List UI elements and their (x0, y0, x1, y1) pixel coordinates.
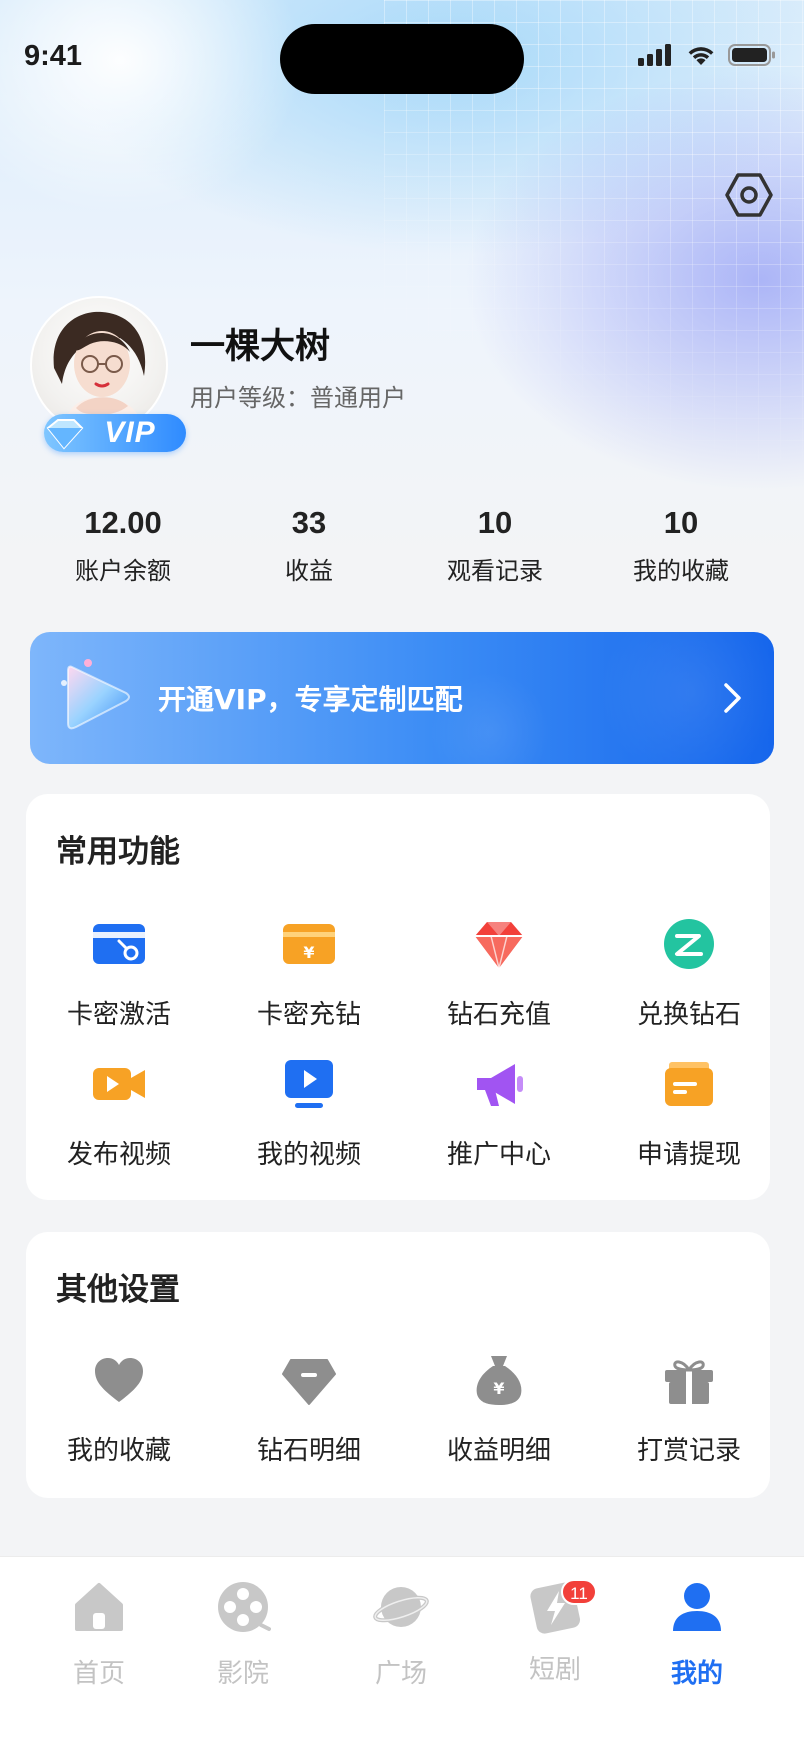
stat-value: 10 (663, 505, 699, 540)
planet-icon (373, 1587, 429, 1627)
stat-value: 10 (477, 505, 513, 540)
settings-button[interactable] (724, 170, 774, 220)
notification-badge: 11 (561, 1579, 597, 1605)
film-reel-icon (218, 1582, 271, 1632)
tab-square[interactable]: 广场 (336, 1579, 466, 1690)
username: 一棵大树 (190, 327, 331, 367)
short-drama-icon-wrap: 11 (527, 1579, 597, 1635)
wallet-icon (665, 1062, 713, 1106)
stat-label: 收益 (285, 557, 333, 585)
money-bag-icon: ¥ (476, 1356, 522, 1405)
dynamic-island (280, 24, 524, 94)
settings-hexagon-icon (725, 173, 773, 217)
diamond-detail-item[interactable]: 钻石明细 (216, 1352, 402, 1467)
diamond-recharge-item[interactable]: 钻石充值 (406, 916, 592, 1031)
tab-label: 广场 (374, 1659, 427, 1689)
reward-records-item[interactable]: 打赏记录 (596, 1352, 782, 1467)
tab-label: 短剧 (528, 1655, 581, 1685)
earnings-detail-item[interactable]: ¥ 收益明细 (406, 1352, 592, 1467)
megaphone-icon (477, 1064, 523, 1106)
gift-icon (665, 1360, 713, 1404)
tab-cinema[interactable]: 影院 (178, 1579, 308, 1690)
stat-label: 账户余额 (75, 557, 171, 585)
vip-banner[interactable]: 开通VIP，专享定制匹配 (30, 632, 774, 764)
heart-icon (95, 1358, 143, 1402)
stat-label: 观看记录 (447, 557, 543, 585)
item-label: 钻石明细 (256, 1436, 361, 1466)
signal-icon (638, 44, 671, 66)
common-functions-card: 常用功能 卡密激活 ¥ 卡密充钻 钻石充值 兑换钻石 发布视频 我的视频 推广中… (26, 794, 770, 1200)
stat-value: 33 (291, 505, 327, 540)
stat-label: 我的收藏 (633, 557, 729, 585)
apply-withdraw-item[interactable]: 申请提现 (596, 1056, 782, 1171)
bottom-tab-bar: 首页 影院 广场 11 短剧 我的 (0, 1556, 804, 1743)
card-key-recharge-item[interactable]: ¥ 卡密充钻 (216, 916, 402, 1031)
card-key-activate-item[interactable]: 卡密激活 (26, 916, 212, 1031)
exchange-icon (664, 919, 714, 969)
vip-badge: VIP (44, 414, 186, 452)
promotion-center-item[interactable]: 推广中心 (406, 1056, 592, 1171)
chevron-right-icon (724, 683, 741, 713)
my-videos-item[interactable]: 我的视频 (216, 1056, 402, 1171)
tab-home[interactable]: 首页 (34, 1579, 164, 1690)
exchange-diamond-item[interactable]: 兑换钻石 (596, 916, 782, 1031)
item-label: 我的收藏 (66, 1436, 171, 1466)
home-icon (75, 1583, 123, 1631)
stat-value: 12.00 (84, 505, 162, 540)
item-label: 推广中心 (446, 1140, 551, 1170)
item-label: 钻石充值 (446, 1000, 551, 1030)
avatar-container[interactable]: VIP (30, 296, 186, 454)
stat-earnings[interactable]: 33 收益 (216, 505, 402, 586)
vip-badge-text: VIP (104, 416, 156, 449)
svg-text:¥: ¥ (493, 1379, 504, 1398)
stats-row: 12.00 账户余额 33 收益 10 观看记录 10 我的收藏 (30, 505, 774, 586)
tv-play-icon (285, 1060, 333, 1108)
tab-label: 首页 (72, 1659, 125, 1689)
item-label: 发布视频 (66, 1140, 171, 1170)
tab-label: 影院 (216, 1659, 269, 1689)
item-label: 卡密激活 (66, 1000, 171, 1030)
item-label: 兑换钻石 (636, 1000, 741, 1030)
avatar-portrait (53, 311, 146, 432)
card-key-icon (93, 924, 145, 964)
video-camera-icon (93, 1068, 145, 1100)
vip-banner-text: 开通VIP，专享定制匹配 (158, 683, 463, 716)
user-icon (673, 1583, 721, 1631)
stat-favorites[interactable]: 10 我的收藏 (588, 505, 774, 586)
battery-icon (728, 44, 775, 66)
status-icons (638, 44, 776, 66)
other-settings-card: 其他设置 我的收藏 钻石明细 ¥ 收益明细 打赏记录 (26, 1232, 770, 1498)
wifi-icon (688, 47, 714, 65)
status-time: 9:41 (24, 40, 83, 72)
tab-label: 我的 (670, 1659, 723, 1689)
item-label: 收益明细 (446, 1436, 551, 1466)
card-recharge-icon: ¥ (283, 924, 335, 964)
tab-short-drama[interactable]: 11 短剧 (490, 1579, 620, 1686)
section-title: 常用功能 (56, 834, 180, 870)
item-label: 申请提现 (636, 1140, 741, 1170)
user-level: 用户等级：普通用户 (190, 384, 406, 412)
publish-video-item[interactable]: 发布视频 (26, 1056, 212, 1171)
item-label: 我的视频 (256, 1140, 361, 1170)
section-title: 其他设置 (56, 1272, 180, 1308)
stat-watch-history[interactable]: 10 观看记录 (402, 505, 588, 586)
diamond-detail-icon (282, 1359, 336, 1405)
item-label: 打赏记录 (636, 1436, 741, 1466)
item-label: 卡密充钻 (256, 1000, 361, 1030)
svg-text:¥: ¥ (303, 943, 314, 962)
play-icon (61, 659, 130, 730)
stat-balance[interactable]: 12.00 账户余额 (30, 505, 216, 586)
my-favorites-item[interactable]: 我的收藏 (26, 1352, 212, 1467)
diamond-icon (475, 922, 523, 969)
vip-gem-icon (46, 419, 84, 450)
tab-mine[interactable]: 我的 (632, 1579, 762, 1690)
